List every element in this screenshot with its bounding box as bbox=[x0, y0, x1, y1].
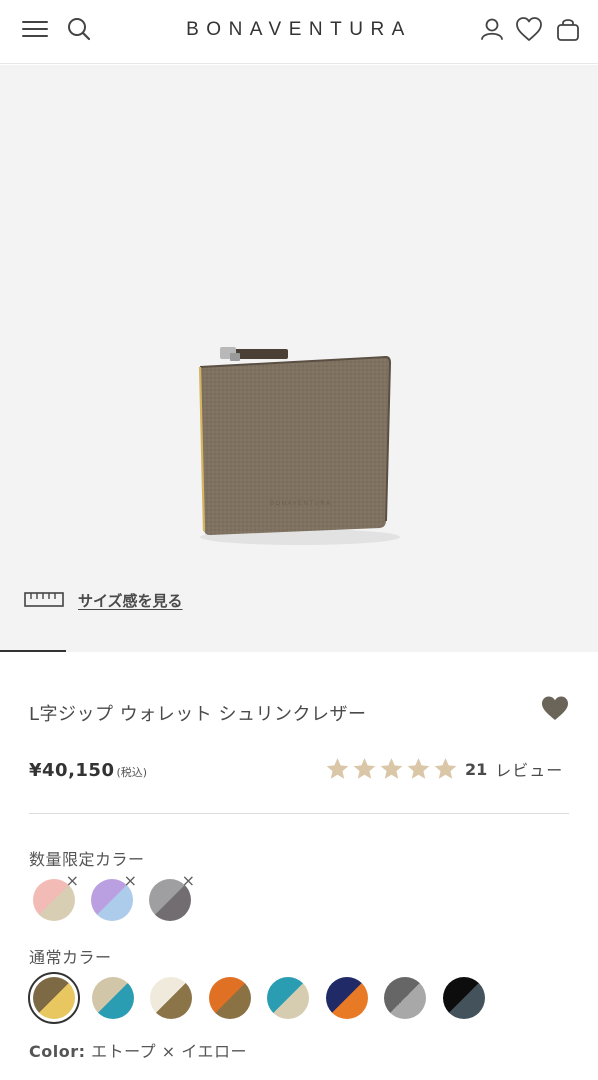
color-swatch[interactable] bbox=[208, 977, 251, 1019]
price-value: ¥40,150 bbox=[29, 760, 115, 781]
selected-color-value: エトープ × イエロー bbox=[91, 1042, 248, 1061]
bag-icon[interactable] bbox=[553, 14, 583, 44]
review-summary[interactable]: 21 レビュー bbox=[324, 756, 563, 782]
color-swatch[interactable] bbox=[150, 977, 192, 1019]
color-swatch[interactable]: × bbox=[91, 873, 137, 921]
menu-icon[interactable] bbox=[20, 14, 50, 44]
price: ¥40,150 (税込) bbox=[29, 760, 147, 781]
ruler-icon bbox=[24, 592, 64, 607]
star-icon bbox=[353, 758, 376, 779]
color-swatch[interactable] bbox=[91, 977, 134, 1019]
star-icon bbox=[326, 758, 349, 779]
brand-name: BONAVENTURA bbox=[186, 19, 412, 40]
sold-out-x-icon: × bbox=[181, 871, 195, 890]
star-icon bbox=[380, 758, 403, 779]
size-guide-link[interactable]: サイズ感を見る bbox=[24, 587, 183, 613]
svg-text:BONAVENTURA: BONAVENTURA bbox=[270, 501, 332, 507]
star-icon bbox=[434, 758, 457, 779]
carousel-indicator bbox=[0, 650, 66, 652]
sold-out-x-icon: × bbox=[65, 871, 79, 890]
color-swatch[interactable]: × bbox=[33, 873, 79, 921]
brand-logo[interactable]: BONAVENTURA bbox=[160, 10, 438, 50]
color-swatch[interactable] bbox=[325, 977, 368, 1019]
star-icon bbox=[407, 758, 430, 779]
color-swatch[interactable] bbox=[267, 977, 309, 1019]
color-swatch[interactable] bbox=[384, 977, 426, 1019]
account-icon[interactable] bbox=[477, 14, 507, 44]
site-header: BONAVENTURA bbox=[0, 0, 598, 64]
product-title: L字ジップ ウォレット シュリンクレザー bbox=[29, 704, 367, 725]
tax-note: (税込) bbox=[116, 766, 148, 779]
size-guide-label: サイズ感を見る bbox=[78, 591, 183, 610]
color-swatch[interactable]: × bbox=[149, 873, 195, 921]
favorite-heart-icon[interactable] bbox=[540, 694, 570, 722]
product-image: BONAVENTURA bbox=[198, 347, 400, 545]
regular-colors-label: 通常カラー bbox=[29, 948, 112, 967]
color-swatch[interactable] bbox=[28, 972, 80, 1024]
color-swatch[interactable] bbox=[442, 977, 485, 1019]
selected-color-line: Color: エトープ × イエロー bbox=[29, 1038, 247, 1062]
product-image-carousel[interactable]: BONAVENTURA サイズ感を見る bbox=[0, 65, 598, 652]
review-count: 21 bbox=[465, 759, 488, 779]
review-label: レビュー bbox=[495, 761, 564, 780]
sold-out-x-icon: × bbox=[123, 871, 137, 890]
divider bbox=[29, 813, 569, 814]
limited-colors-label: 数量限定カラー bbox=[29, 850, 145, 869]
search-icon[interactable] bbox=[64, 14, 94, 44]
wishlist-icon[interactable] bbox=[514, 14, 544, 44]
selected-color-label: Color: bbox=[29, 1042, 86, 1061]
